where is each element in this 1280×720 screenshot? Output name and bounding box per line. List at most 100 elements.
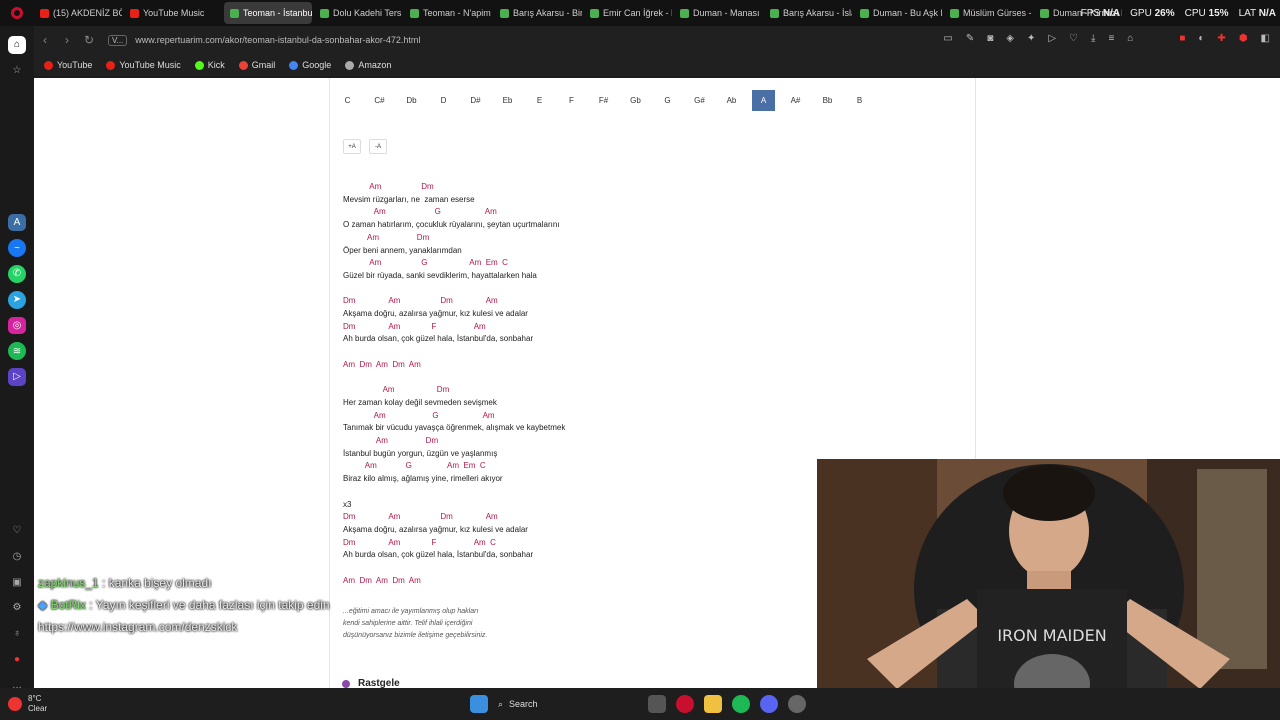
bookmark-youtube-music[interactable]: YouTube Music [106, 60, 181, 70]
extension-icon[interactable]: ✦ [1027, 33, 1035, 44]
chat-user: zapkinus_1 [38, 576, 99, 590]
browser-logo-icon[interactable] [0, 6, 34, 20]
bookmark-kick[interactable]: Kick [194, 60, 225, 70]
edit-icon[interactable]: ✎ [966, 33, 974, 44]
obs-icon[interactable] [788, 695, 806, 713]
home-icon[interactable]: ⌂ [8, 36, 26, 54]
url-field[interactable]: www.repertuarim.com/akor/teoman-istanbul… [135, 35, 420, 45]
menu-icon[interactable]: ≡ [1108, 33, 1114, 44]
star-icon[interactable]: ☆ [8, 62, 26, 80]
sidebar-toggle-icon[interactable]: ▭ [943, 33, 952, 44]
bookmark-amazon[interactable]: Amazon [345, 60, 391, 70]
discord-icon[interactable] [760, 695, 778, 713]
back-icon[interactable]: ‹ [34, 33, 56, 47]
bookmark-gmail[interactable]: Gmail [238, 60, 275, 70]
instagram-icon[interactable]: ◎ [8, 316, 26, 335]
key-button[interactable]: B [848, 90, 871, 111]
tab-5[interactable]: Barış Akarsu - Bir Se [494, 2, 582, 24]
key-button[interactable]: Bb [816, 90, 839, 111]
key-button[interactable]: Gb [624, 90, 647, 111]
extensions-menu-icon[interactable]: ◧ [1261, 33, 1270, 44]
tab-1[interactable]: YouTube Music [124, 2, 222, 24]
key-button[interactable]: D [432, 90, 455, 111]
bulb-icon[interactable]: ♁ [8, 625, 26, 643]
key-button[interactable]: C# [368, 90, 391, 111]
tab-3[interactable]: Dolu Kadehi Ters Tu [314, 2, 402, 24]
record-icon[interactable]: ● [8, 651, 26, 669]
tab-6[interactable]: Emir Can İğrek - Mi [584, 2, 672, 24]
box-icon[interactable]: ▣ [8, 573, 26, 591]
chord-line[interactable]: Am G Am [343, 411, 495, 420]
lyric-line: Tanımak bir vücudu yavaşça öğrenmek, alı… [343, 423, 566, 433]
whatsapp-icon[interactable]: ✆ [8, 265, 26, 283]
shield-icon[interactable]: ◈ [1006, 33, 1014, 44]
opera-icon[interactable] [676, 695, 694, 713]
camera-icon[interactable]: ◙ [987, 33, 993, 44]
chord-line[interactable]: Am Dm [343, 182, 433, 191]
tab-2[interactable]: Teoman - İstanbul'da Son [224, 2, 312, 24]
tab-4[interactable]: Teoman - N'apim T [404, 2, 492, 24]
lock-icon[interactable]: ⌂ [1127, 33, 1133, 44]
chord-line[interactable]: Dm Am Dm Am [343, 296, 498, 305]
lyric-line: Her zaman kolay değil sevmeden sevişmek [343, 397, 497, 407]
player-icon[interactable]: ▷ [8, 368, 26, 386]
key-button[interactable]: A# [784, 90, 807, 111]
key-button[interactable]: Ab [720, 90, 743, 111]
weather-widget[interactable]: 8°C Clear [8, 694, 47, 714]
chord-line[interactable]: Dm Am F Am [343, 322, 486, 331]
ublock-icon[interactable]: ⬢ [1239, 33, 1248, 44]
settings-icon[interactable]: ⚙ [8, 599, 26, 617]
tab-8[interactable]: Barış Akarsu - İslak [764, 2, 852, 24]
site-info-button[interactable]: V... [108, 34, 128, 46]
lyric-line: Akşama doğru, azalırsa yağmur, kız kules… [343, 524, 528, 534]
key-button[interactable]: G# [688, 90, 711, 111]
messenger-icon[interactable]: ~ [8, 239, 26, 258]
chord-line[interactable]: Am Dm [343, 436, 438, 445]
spotify-icon[interactable]: ≋ [8, 342, 26, 360]
key-button[interactable]: Eb [496, 90, 519, 111]
increase-font-button[interactable]: +A [343, 139, 361, 154]
tab-0[interactable]: (15) AKDENİZ BÖLG [34, 2, 122, 24]
ext-puzzle-icon[interactable]: ✚ [1217, 33, 1225, 44]
heart-icon[interactable]: ♡ [8, 522, 26, 540]
chord-line[interactable]: Dm Am F Am C [343, 538, 496, 547]
chord-line[interactable]: Am Dm Am Dm Am [343, 360, 421, 369]
bookmark-google[interactable]: Google [289, 60, 331, 70]
chord-line[interactable]: Am G Am Em C [343, 461, 486, 470]
tab-9[interactable]: Duman - Bu Aşk Be [854, 2, 942, 24]
tab-7[interactable]: Duman - Manası Yo [674, 2, 762, 24]
key-button[interactable]: F# [592, 90, 615, 111]
key-button[interactable]: Db [400, 90, 423, 111]
key-button[interactable]: F [560, 90, 583, 111]
key-button[interactable]: C [336, 90, 359, 111]
lyric-line: O zaman hatırlarım, çocukluk rüyalarını,… [343, 220, 560, 230]
play-icon[interactable]: ▷ [1048, 33, 1056, 44]
folder-icon[interactable] [704, 695, 722, 713]
start-icon[interactable] [470, 695, 488, 713]
bookmark-youtube[interactable]: YouTube [44, 60, 92, 70]
history-icon[interactable]: ◷ [8, 548, 26, 566]
decrease-font-button[interactable]: -A [369, 139, 387, 154]
chord-line[interactable]: Am Dm [343, 233, 429, 242]
ext-red-icon[interactable]: ■ [1179, 33, 1185, 44]
ext-mask-icon[interactable]: ◐ [1198, 33, 1204, 44]
tab-10[interactable]: Müslüm Gürses - N [944, 2, 1032, 24]
aria-icon[interactable]: A [8, 213, 26, 232]
chord-line[interactable]: Am G Am [343, 207, 497, 216]
chord-line[interactable]: Am Dm [343, 385, 450, 394]
key-button[interactable]: G [656, 90, 679, 111]
chord-line[interactable]: Am Dm Am Dm Am [343, 576, 421, 585]
telegram-icon[interactable]: ➤ [8, 290, 26, 309]
reload-icon[interactable]: ↻ [78, 33, 100, 47]
taskbar-search[interactable]: ⌕ Search [498, 692, 638, 716]
chord-line[interactable]: Am G Am Em C [343, 258, 508, 267]
chord-line[interactable]: Dm Am Dm Am [343, 512, 498, 521]
spotify-taskbar-icon[interactable] [732, 695, 750, 713]
forward-icon[interactable]: › [56, 33, 78, 47]
favorite-icon[interactable]: ♡ [1069, 33, 1078, 44]
task-view-icon[interactable] [648, 695, 666, 713]
key-button[interactable]: E [528, 90, 551, 111]
download-icon[interactable]: ⤓ [1091, 33, 1095, 44]
key-button[interactable]: D# [464, 90, 487, 111]
key-button[interactable]: A [752, 90, 775, 111]
